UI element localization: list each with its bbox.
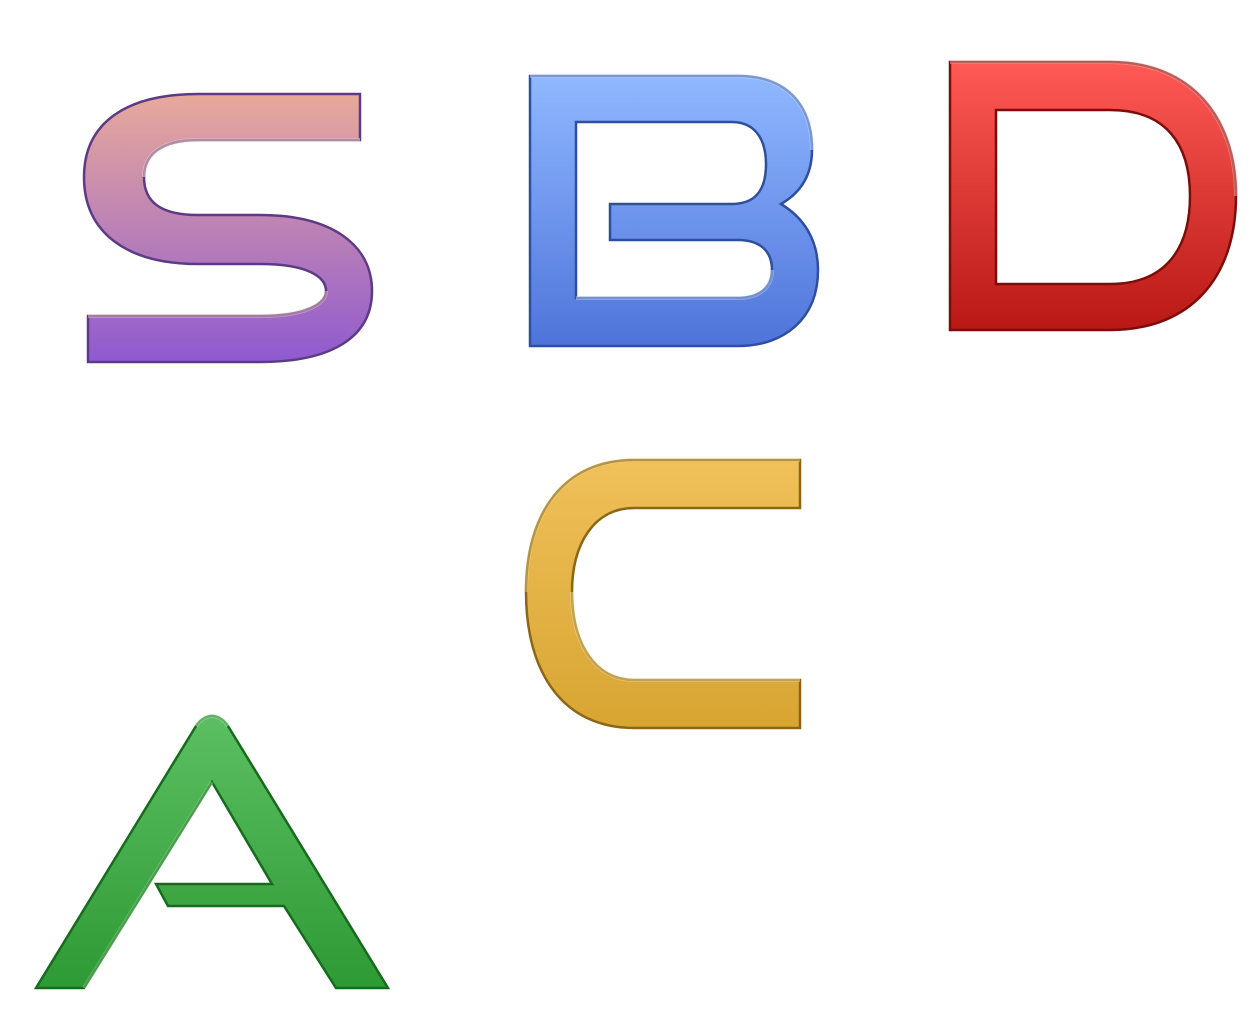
letter-b-label: B	[526, 352, 527, 353]
letter-d-icon	[948, 60, 1238, 332]
letter-a-tile: A	[32, 708, 394, 998]
letter-a-label: A	[32, 998, 33, 999]
letter-d-label: D	[946, 344, 947, 345]
letter-s-tile: S	[80, 88, 380, 373]
letter-s-label: S	[80, 373, 81, 374]
letter-c-icon	[524, 458, 802, 730]
letter-b-tile: B	[526, 72, 826, 352]
letter-c-tile: C	[522, 456, 812, 738]
letter-a-icon	[33, 713, 391, 990]
letter-b-icon	[528, 74, 820, 348]
letter-c-label: C	[522, 738, 523, 739]
letter-d-tile: D	[946, 58, 1242, 344]
letter-s-icon	[82, 92, 374, 364]
